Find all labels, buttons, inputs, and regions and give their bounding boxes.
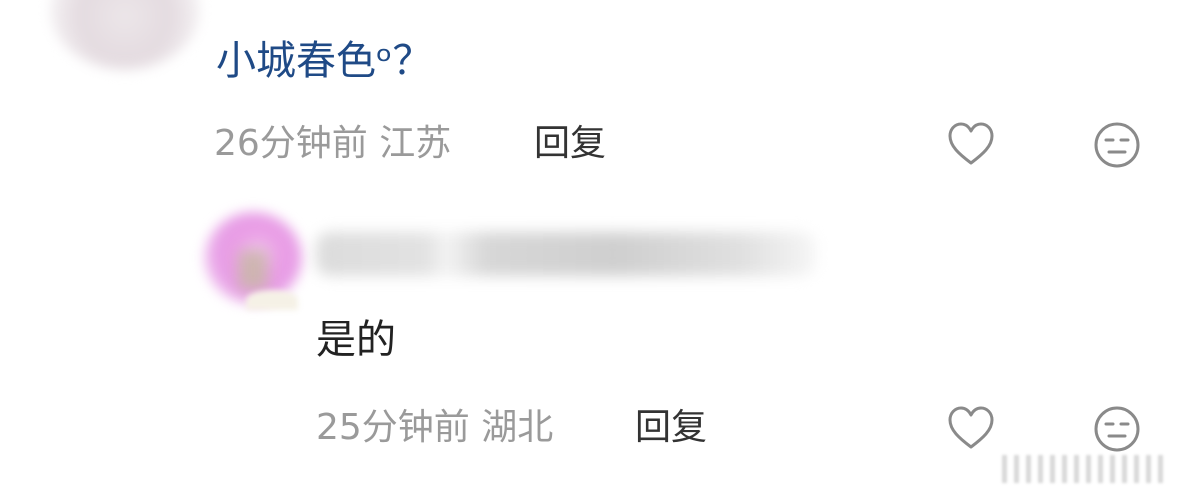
neutral-face-icon[interactable] [1092, 120, 1142, 170]
reply-avatar-edge [246, 290, 298, 310]
reply-text: 是的 [316, 317, 396, 363]
reply-avatar-figure [238, 250, 268, 290]
comment-text: 小城春色ᵒ？ [216, 38, 433, 84]
watermark [1002, 455, 1170, 483]
reply-neutral-face-icon[interactable] [1092, 404, 1142, 454]
reply-heart-outline-icon[interactable] [946, 404, 996, 454]
reply-button[interactable]: 回复 [534, 122, 606, 166]
reply-reply-button[interactable]: 回复 [635, 406, 707, 450]
comment-meta: 26分钟前 江苏 [214, 123, 452, 164]
heart-outline-icon[interactable] [946, 120, 996, 170]
reply-meta: 25分钟前 湖北 [316, 407, 554, 448]
reply-username-blurred[interactable] [316, 232, 816, 276]
avatar[interactable] [50, 0, 200, 70]
